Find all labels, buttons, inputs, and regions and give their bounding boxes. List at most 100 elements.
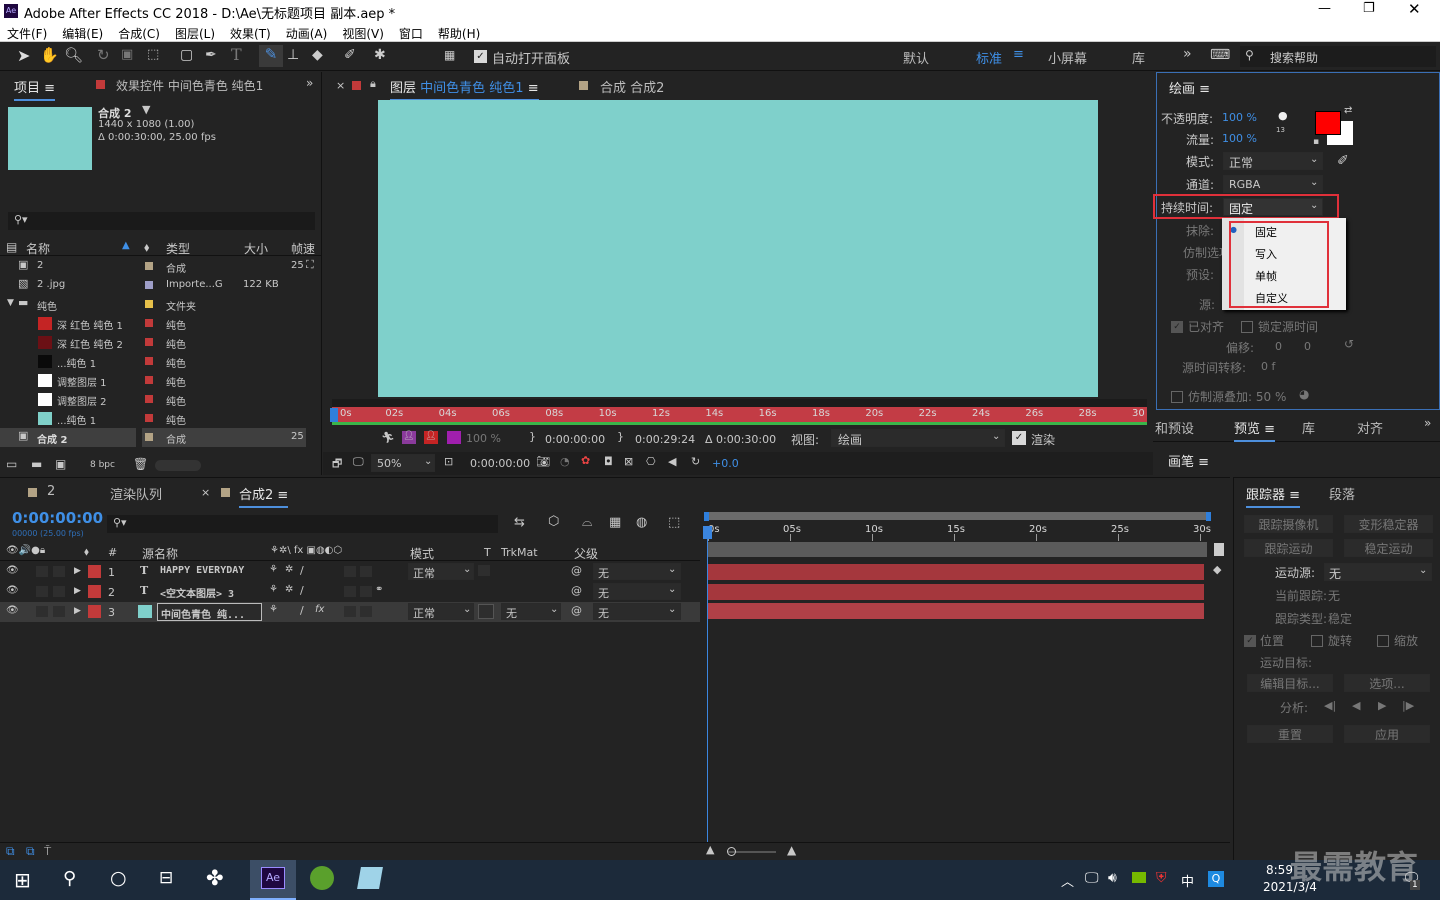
pinwheel-app-icon[interactable]: ✤ xyxy=(206,866,224,890)
playhead-icon[interactable] xyxy=(330,408,338,422)
comp-marker-icon[interactable] xyxy=(1214,543,1224,556)
cortana-icon[interactable]: ○ xyxy=(110,867,127,889)
shy-switch-icon[interactable]: ⚘ xyxy=(269,564,278,575)
tab-comp-viewer[interactable]: 合成 合成2 xyxy=(600,77,664,96)
project-item[interactable]: ...纯色 1 纯色 xyxy=(0,352,306,371)
menu-window[interactable]: 窗口 xyxy=(392,23,431,42)
eye-icon[interactable]: 👁︎ xyxy=(6,585,19,596)
default-colors-icon[interactable]: ▪ xyxy=(1313,137,1319,147)
shy-switch-icon[interactable]: ⚘ xyxy=(269,584,278,595)
tray-expand-icon[interactable]: ︿ xyxy=(1061,871,1074,890)
project-item[interactable]: ▧ 2 .jpg Importe...G 122 KB xyxy=(0,276,306,295)
duration-select[interactable]: 固定 ⌄ xyxy=(1223,198,1323,216)
adjustment-switch[interactable] xyxy=(360,566,372,577)
zoom-tool-icon[interactable]: 🔍︎ xyxy=(64,46,83,64)
layer-row[interactable]: 👁︎ ▶ 1 T HAPPY EVERYDAY ⚘ ✲ / 正常 ⌄ @ 无 ⌄ xyxy=(0,562,700,582)
motion-blur-switch[interactable] xyxy=(344,606,356,617)
label-color[interactable] xyxy=(88,565,101,578)
preserve-transparency-toggle[interactable] xyxy=(478,565,490,576)
menu-layer[interactable]: 图层(L) xyxy=(168,23,223,42)
interpret-footage-icon[interactable]: ▭ xyxy=(6,457,17,471)
tab-comp-2[interactable]: 2 xyxy=(47,484,55,499)
tab-align[interactable]: 对齐 xyxy=(1357,418,1383,437)
time-shift-value[interactable]: 0 f xyxy=(1261,360,1275,373)
flow-value[interactable]: 100 % xyxy=(1222,132,1257,145)
eye-icon[interactable]: 👁︎ xyxy=(6,565,19,576)
toggle-modes-icon[interactable]: ⧉ xyxy=(26,844,35,859)
parent-select[interactable]: 无 ⌄ xyxy=(593,583,681,600)
edit-target-button[interactable]: 编辑目标... xyxy=(1247,674,1333,692)
twirl-arrow-icon[interactable]: ▶ xyxy=(74,566,81,576)
label-color[interactable] xyxy=(88,605,101,618)
solo-toggle[interactable] xyxy=(36,566,48,577)
draft-3d-icon[interactable]: ⬡ xyxy=(548,514,559,529)
project-search-input[interactable]: ⚲▾ xyxy=(8,212,315,230)
out-point-time[interactable]: 0:00:29:24 xyxy=(635,433,695,446)
column-trkmat[interactable]: TrkMat xyxy=(501,546,538,559)
show-snapshot-icon[interactable]: ◔ xyxy=(560,455,570,468)
twirl-arrow-icon[interactable]: ▶ xyxy=(74,586,81,596)
adjustment-switch[interactable] xyxy=(360,586,372,597)
eyedropper-icon[interactable]: ✐ xyxy=(1337,153,1349,169)
lock-toggle[interactable] xyxy=(53,586,65,597)
puppet-tool-icon[interactable]: ✱ xyxy=(374,47,386,63)
ime-indicator[interactable]: 中 xyxy=(1181,871,1194,890)
onion-skin-icon[interactable]: 👤︎ xyxy=(402,431,416,444)
project-item[interactable]: 深 红色 纯色 2 纯色 xyxy=(0,333,306,352)
current-time[interactable]: 0:00:00:00 xyxy=(470,457,530,470)
workspace-standard[interactable]: 标准 xyxy=(976,48,1002,67)
tab-timeline-comp2[interactable]: 合成2 ≡ xyxy=(239,484,289,508)
opacity-value[interactable]: 100 % xyxy=(1222,111,1257,124)
pickwhip-icon[interactable]: @ xyxy=(571,564,582,577)
reset-offset-icon[interactable]: ↺ xyxy=(1344,337,1354,351)
layer-name[interactable]: HAPPY EVERYDAY xyxy=(160,565,244,576)
timeline-timecode[interactable]: 0:00:00:00 xyxy=(12,509,103,527)
comp-flowchart-icon[interactable]: ⇆ xyxy=(514,515,525,530)
parent-select[interactable]: 无 ⌄ xyxy=(593,563,681,580)
motion-blur-switch[interactable] xyxy=(344,586,356,597)
viewer-canvas[interactable] xyxy=(378,100,1098,397)
onion-skin-red-icon[interactable]: 👤︎ xyxy=(424,431,438,444)
collapse-switch-icon[interactable]: ✲ xyxy=(285,584,293,595)
collapse-switch-icon[interactable]: ✲ xyxy=(285,564,293,575)
close-tab-icon[interactable]: × xyxy=(201,486,210,499)
tab-effect-controls[interactable]: 效果控件 中间色青色 纯色1 xyxy=(116,77,263,94)
aligned-checkbox[interactable]: ✓ xyxy=(1171,321,1183,333)
render-checkbox[interactable]: ✓ xyxy=(1012,431,1026,445)
rotation-checkbox[interactable] xyxy=(1311,635,1323,647)
pen-tool-icon[interactable]: ✒ xyxy=(205,47,217,63)
motion-path-icon[interactable]: 🏃︎ xyxy=(381,431,395,444)
shy-switch-icon[interactable]: ⚘ xyxy=(269,604,278,615)
expand-arrow-icon[interactable]: ▼ xyxy=(7,298,14,308)
qq-icon[interactable]: Q xyxy=(1208,871,1224,887)
panel-menu-icon[interactable]: ≡ xyxy=(44,81,55,96)
project-item[interactable]: 调整图层 2 纯色 xyxy=(0,390,306,409)
view-select[interactable]: 绘画 ⌄ xyxy=(831,429,1005,447)
toggle-mask-icon[interactable]: ◘ xyxy=(604,455,613,468)
panel-toggle-icon[interactable]: ▦ xyxy=(444,48,455,62)
clone-stamp-tool-icon[interactable]: ⊥ xyxy=(287,47,299,63)
camera-snapshot-icon[interactable]: 📷︎ xyxy=(536,455,550,468)
reset-exposure-icon[interactable]: ◀ xyxy=(668,455,676,468)
lock-icon[interactable]: 🔒︎ xyxy=(370,77,376,91)
options-button[interactable]: 选项... xyxy=(1344,674,1430,692)
zoom-out-icon[interactable]: ▲ xyxy=(706,843,714,856)
lock-toggle[interactable] xyxy=(53,566,65,577)
stabilize-motion-button[interactable]: 稳定运动 xyxy=(1344,539,1433,557)
panel-menu-icon[interactable]: ≡ xyxy=(528,81,539,96)
column-mode[interactable]: 模式 xyxy=(410,545,434,562)
column-source-name[interactable]: 源名称 xyxy=(142,545,178,562)
3d-view-icon[interactable]: ⎔ xyxy=(646,455,656,468)
flowchart-icon[interactable]: ⛶ xyxy=(306,258,314,272)
column-fps[interactable]: 帧速 xyxy=(291,240,315,257)
analyze-back-icon[interactable]: ◀ xyxy=(1352,699,1360,712)
menu-view[interactable]: 视图(V) xyxy=(335,23,392,42)
warp-stabilizer-button[interactable]: 变形稳定器 xyxy=(1344,515,1433,533)
more-workspaces-icon[interactable]: » xyxy=(1183,46,1192,62)
project-item[interactable]: ▼ ▬ 纯色 文件夹 xyxy=(0,295,306,314)
layer-bar-2[interactable] xyxy=(708,584,1204,600)
overlay-blend-icon[interactable]: ◕ xyxy=(1299,387,1309,401)
zoom-in-icon[interactable]: ▲ xyxy=(787,843,796,857)
work-area-end-handle[interactable] xyxy=(1206,512,1211,521)
out-point-icon[interactable]: } xyxy=(617,430,624,443)
